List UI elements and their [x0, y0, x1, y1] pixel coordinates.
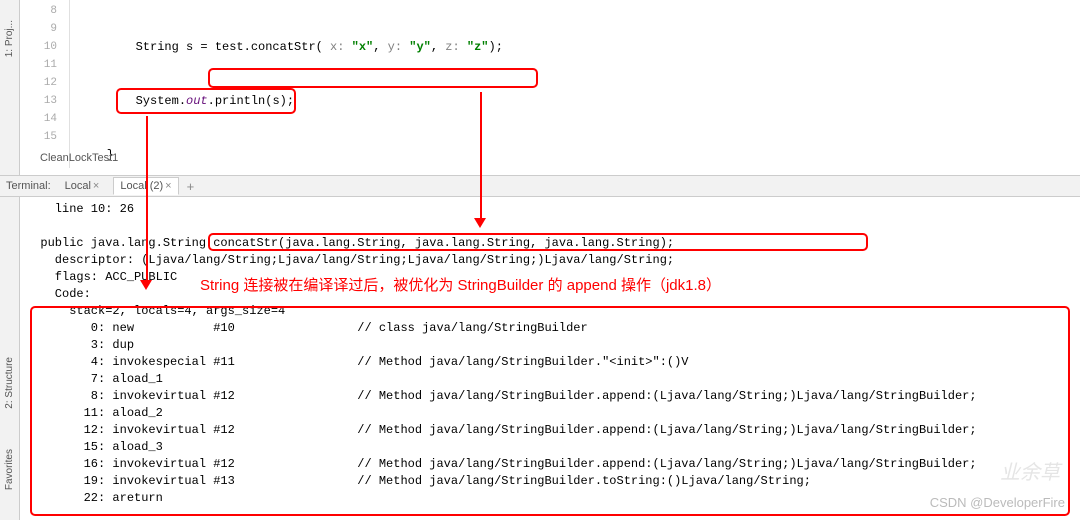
line-number: 9 — [20, 20, 57, 38]
terminal-tab-local[interactable]: Local× — [59, 178, 106, 194]
code-text: , — [431, 40, 445, 54]
close-icon[interactable]: × — [165, 180, 171, 192]
terminal-tab-bar: Terminal: Local× Local (2)× + — [0, 175, 1080, 197]
term-line: 11: aload_2 — [26, 406, 163, 420]
line-number: 12 — [20, 74, 57, 92]
code-text: System. — [78, 94, 186, 108]
close-icon[interactable]: × — [93, 180, 99, 192]
term-line: 16: invokevirtual #12 // Method java/lan… — [26, 457, 977, 471]
term-line: 15: aload_3 — [26, 440, 163, 454]
line-gutter: 8 9 10 11 12 13 14 15 — [20, 0, 70, 168]
field-ref: out — [186, 94, 208, 108]
watermark-logo: 业余草 — [1000, 456, 1060, 485]
tab-label: Local (2) — [120, 180, 163, 192]
left-tool-rail: 1: Proj... 2: Structure Favorites — [0, 0, 20, 520]
structure-tool-tab[interactable]: 2: Structure — [4, 357, 15, 409]
annotation-text: String 连接被在编译译过后，被优化为 StringBuilder 的 ap… — [200, 274, 721, 295]
term-line: flags: ACC_PUBLIC — [26, 270, 177, 284]
editor-area: 8 9 10 11 12 13 14 15 String s = test.co… — [20, 0, 1080, 168]
param-hint: x: — [330, 40, 352, 54]
line-number: 8 — [20, 2, 57, 20]
param-hint: z: — [445, 40, 467, 54]
string-literal: "y" — [409, 40, 431, 54]
code-text: ); — [489, 40, 503, 54]
term-line: Code: — [26, 287, 91, 301]
term-line: 12: invokevirtual #12 // Method java/lan… — [26, 423, 977, 437]
code-editor[interactable]: String s = test.concatStr( x: "x", y: "y… — [70, 0, 1080, 168]
project-tool-tab[interactable]: 1: Proj... — [4, 20, 15, 57]
term-line: stack=2, locals=4, args_size=4 — [26, 304, 285, 318]
line-number: 13 — [20, 92, 57, 110]
line-number: 10 — [20, 38, 57, 56]
string-literal: "z" — [467, 40, 489, 54]
term-line: line 10: 26 — [26, 202, 134, 216]
param-hint: y: — [388, 40, 410, 54]
line-number: 15 — [20, 128, 57, 146]
code-text: } — [78, 146, 1080, 164]
terminal-output[interactable]: line 10: 26 public java.lang.String conc… — [20, 197, 1080, 520]
line-number: 11 — [20, 56, 57, 74]
term-line: descriptor: (Ljava/lang/String;Ljava/lan… — [26, 253, 674, 267]
tab-label: Local — [65, 180, 91, 192]
term-line: 22: areturn — [26, 491, 163, 505]
favorites-tool-tab[interactable]: Favorites — [4, 449, 15, 490]
term-line: 8: invokevirtual #12 // Method java/lang… — [26, 389, 977, 403]
code-text: .println(s); — [208, 94, 294, 108]
terminal-label: Terminal: — [6, 180, 51, 192]
term-line: 4: invokespecial #11 // Method java/lang… — [26, 355, 689, 369]
term-line: 7: aload_1 — [26, 372, 163, 386]
add-terminal-button[interactable]: + — [187, 179, 195, 194]
editor-file-tab[interactable]: CleanLockTest1 — [40, 152, 118, 164]
term-line: public java.lang.String concatStr(java.l… — [26, 236, 674, 250]
code-text: String s = test.concatStr( — [78, 40, 330, 54]
term-line: 19: invokevirtual #13 // Method java/lan… — [26, 474, 811, 488]
string-literal: "x" — [352, 40, 374, 54]
term-line: 3: dup — [26, 338, 134, 352]
code-text: , — [373, 40, 387, 54]
watermark-credit: CSDN @DeveloperFire — [930, 495, 1065, 510]
term-line: 0: new #10 // class java/lang/StringBuil… — [26, 321, 588, 335]
line-number: 14 — [20, 110, 57, 128]
terminal-tab-local2[interactable]: Local (2)× — [113, 177, 178, 195]
